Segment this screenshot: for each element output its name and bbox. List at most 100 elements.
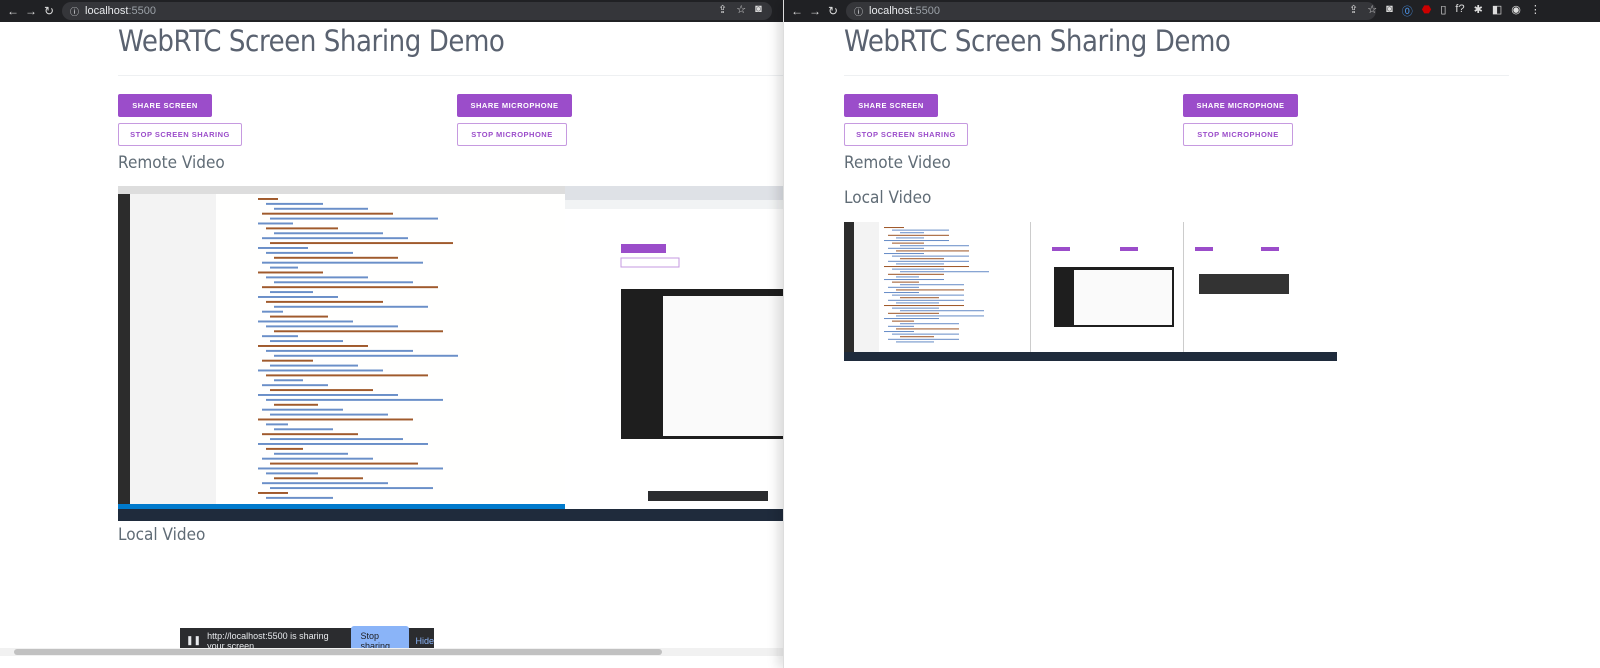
- password-manager-icon[interactable]: ⓪: [1402, 3, 1413, 19]
- code-line: [884, 279, 944, 281]
- share-microphone-button[interactable]: SHARE MICROPHONE: [1183, 94, 1298, 117]
- address-bar[interactable]: ⓘ localhost:5500: [62, 2, 772, 20]
- code-line: [896, 341, 934, 343]
- code-line: [884, 305, 964, 307]
- hide-button[interactable]: Hide: [415, 636, 434, 646]
- code-line: [266, 251, 353, 254]
- trash-icon[interactable]: ▯: [1440, 3, 1446, 19]
- browser-toolbar: ← → ↻ ⓘ localhost:5500 ⇪ ☆ ◙ ⓪ ⬣ ▯ f? ✱ ◧ ◉ ⋮: [784, 0, 1600, 22]
- page-title: WebRTC Screen Sharing Demo: [844, 24, 1231, 58]
- code-line: [258, 198, 278, 200]
- code-line: [262, 286, 438, 289]
- local-video-frame: [844, 222, 1337, 361]
- code-line: [896, 263, 944, 265]
- code-line: [896, 250, 969, 252]
- url-port: :5500: [912, 5, 940, 17]
- reload-icon[interactable]: ↻: [40, 4, 58, 18]
- code-line: [274, 330, 443, 333]
- profile-avatar[interactable]: ◉: [1511, 3, 1521, 19]
- share-icon[interactable]: ⇪: [1349, 3, 1358, 19]
- code-line: [270, 266, 298, 269]
- info-icon[interactable]: ⓘ: [70, 5, 79, 18]
- share-microphone-button[interactable]: SHARE MICROPHONE: [457, 94, 572, 117]
- code-line: [266, 374, 428, 377]
- code-line: [884, 227, 904, 229]
- stop-screen-sharing-button[interactable]: STOP SCREEN SHARING: [844, 123, 968, 146]
- code-line: [258, 320, 353, 323]
- remote-video-heading: Remote Video: [844, 153, 951, 173]
- bookmark-star-icon[interactable]: ☆: [736, 3, 746, 16]
- code-line: [270, 291, 313, 294]
- code-line: [258, 394, 398, 396]
- code-line: [270, 217, 438, 220]
- sidebar-icon[interactable]: ◧: [1492, 3, 1502, 19]
- code-line: [266, 398, 443, 401]
- code-line: [896, 276, 919, 278]
- code-line: [888, 260, 969, 262]
- code-line: [274, 354, 458, 357]
- reload-icon[interactable]: ↻: [824, 4, 842, 18]
- back-icon[interactable]: ←: [788, 4, 806, 18]
- back-icon[interactable]: ←: [4, 4, 22, 18]
- divider: [118, 75, 783, 76]
- function-icon[interactable]: f?: [1455, 3, 1464, 19]
- code-line: [262, 237, 408, 240]
- code-line: [258, 369, 383, 372]
- forward-icon[interactable]: →: [806, 4, 824, 18]
- code-line: [258, 467, 443, 470]
- share-icon[interactable]: ⇪: [718, 3, 727, 16]
- code-line: [884, 292, 919, 294]
- code-line: [274, 477, 363, 480]
- bookmark-star-icon[interactable]: ☆: [1367, 3, 1377, 19]
- code-line: [900, 245, 969, 247]
- code-line: [888, 312, 939, 314]
- code-line: [892, 333, 959, 335]
- code-line: [888, 299, 964, 301]
- code-line: [266, 227, 338, 230]
- code-line: [270, 413, 388, 416]
- code-line: [270, 438, 403, 441]
- code-line: [270, 389, 373, 392]
- code-line: [266, 349, 413, 352]
- code-line: [258, 492, 288, 494]
- horizontal-scrollbar[interactable]: [0, 648, 783, 656]
- ublock-icon[interactable]: ⬣: [1422, 3, 1432, 19]
- code-line: [270, 462, 418, 465]
- stop-screen-sharing-button[interactable]: STOP SCREEN SHARING: [118, 123, 242, 146]
- local-video-heading: Local Video: [118, 525, 206, 545]
- camera-icon[interactable]: ◙: [755, 3, 762, 16]
- code-line: [900, 336, 934, 338]
- code-line: [266, 472, 318, 475]
- share-screen-button[interactable]: SHARE SCREEN: [118, 94, 212, 117]
- stop-microphone-button[interactable]: STOP MICROPHONE: [1183, 123, 1293, 146]
- extensions-icon[interactable]: ✱: [1474, 3, 1483, 19]
- code-line: [258, 418, 413, 421]
- menu-icon[interactable]: ⋮: [1530, 3, 1541, 19]
- share-screen-button[interactable]: SHARE SCREEN: [844, 94, 938, 117]
- scrollbar-thumb[interactable]: [14, 649, 662, 655]
- address-bar[interactable]: ⓘ localhost:5500: [846, 2, 1376, 20]
- code-line: [274, 403, 318, 406]
- code-line: [892, 229, 949, 231]
- code-line: [896, 315, 984, 317]
- code-line: [884, 318, 939, 320]
- code-line: [266, 300, 383, 303]
- local-video[interactable]: [844, 222, 1337, 361]
- code-line: [266, 447, 303, 450]
- forward-icon[interactable]: →: [22, 4, 40, 18]
- code-line: [262, 433, 358, 436]
- code-line: [884, 253, 924, 255]
- url-host: localhost: [85, 5, 129, 17]
- code-line: [896, 237, 924, 239]
- remote-video[interactable]: [118, 186, 783, 521]
- code-line: [888, 234, 949, 236]
- browser-toolbar: ← → ↻ ⓘ localhost:5500 ⇪ ☆ ◙: [0, 0, 783, 22]
- code-line: [262, 457, 373, 460]
- remote-video-frame: [118, 186, 783, 521]
- camera-icon[interactable]: ◙: [1386, 3, 1393, 19]
- info-icon[interactable]: ⓘ: [854, 5, 863, 18]
- code-line: [262, 408, 343, 411]
- code-line: [258, 443, 428, 445]
- stop-microphone-button[interactable]: STOP MICROPHONE: [457, 123, 567, 146]
- pause-icon: ❚❚: [186, 635, 202, 645]
